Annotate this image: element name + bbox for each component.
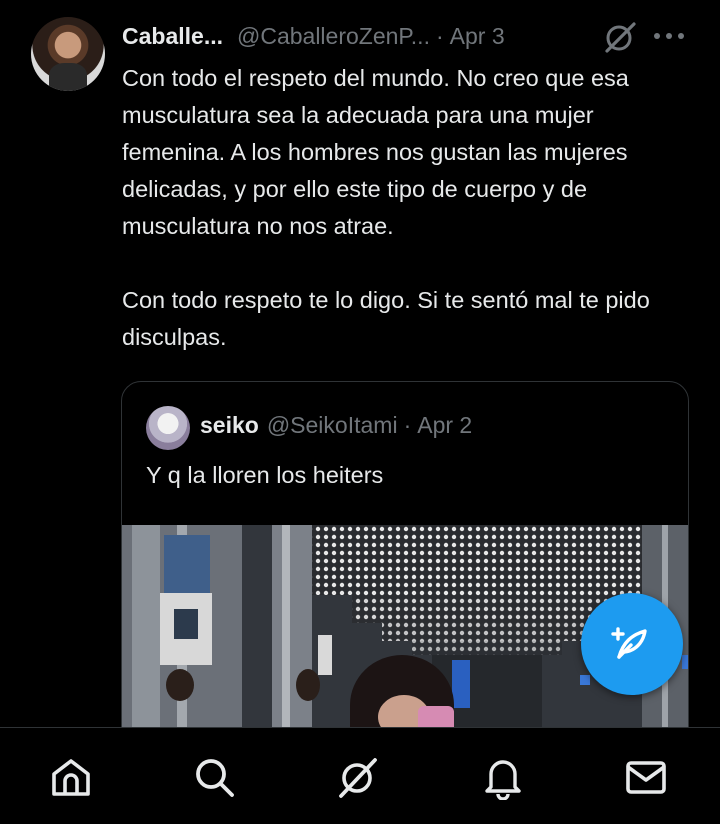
compose-icon <box>611 627 647 659</box>
author-handle[interactable]: @CaballeroZenP... <box>237 23 430 50</box>
quoted-tweet-date[interactable]: Apr 2 <box>417 412 472 439</box>
quoted-tweet-header: seiko @SeikoItami · Apr 2 <box>200 412 472 439</box>
nav-notifications[interactable] <box>480 754 526 800</box>
quoted-author-name[interactable]: seiko <box>200 412 259 439</box>
quoted-author-handle[interactable]: @SeikoItami <box>267 412 398 439</box>
bottom-navigation <box>0 727 720 824</box>
grok-icon <box>339 758 377 798</box>
author-avatar[interactable] <box>31 17 105 91</box>
compose-button[interactable] <box>581 593 683 695</box>
home-icon <box>52 759 90 796</box>
author-name[interactable]: Caballe... <box>122 23 223 50</box>
tweet-text: Con todo el respeto del mundo. No creo q… <box>122 60 692 356</box>
nav-search[interactable] <box>191 754 237 800</box>
separator-dot: · <box>403 412 412 438</box>
tweet[interactable]: Caballe... @CaballeroZenP... · Apr 3 Con… <box>0 0 720 727</box>
tweet-header: Caballe... @CaballeroZenP... · Apr 3 <box>122 19 505 53</box>
tweet-paragraph-1: Con todo el respeto del mundo. No creo q… <box>122 65 629 239</box>
more-icon[interactable] <box>654 33 686 41</box>
nav-messages[interactable] <box>623 754 669 800</box>
tweet-paragraph-2: Con todo respeto te lo digo. Si te sentó… <box>122 287 650 350</box>
nav-grok[interactable] <box>335 754 381 800</box>
separator-dot: · <box>435 22 444 49</box>
quoted-tweet-text: Y q la lloren los heiters <box>146 462 384 488</box>
search-icon <box>196 759 234 797</box>
nav-home[interactable] <box>48 754 94 800</box>
tweet-date[interactable]: Apr 3 <box>450 23 505 50</box>
notifications-icon <box>485 760 521 800</box>
messages-icon <box>626 761 666 794</box>
quoted-author-avatar[interactable] <box>146 406 190 450</box>
grok-icon[interactable] <box>603 20 637 54</box>
